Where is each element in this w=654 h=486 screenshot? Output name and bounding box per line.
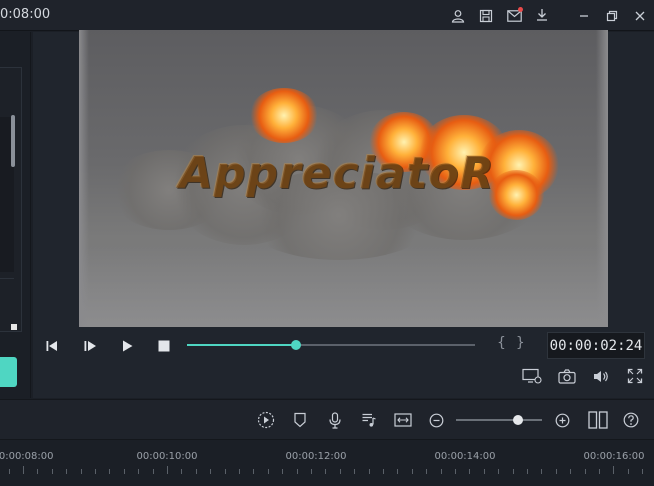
mark-in-out[interactable]: {} [497, 335, 535, 351]
audio-mixer-icon[interactable] [358, 410, 380, 430]
render-icon[interactable] [255, 410, 277, 430]
ruler-tick [585, 469, 586, 474]
ruler-tick [484, 469, 485, 474]
video-preview[interactable]: AppreciatoR [79, 30, 608, 327]
ruler-tick [225, 469, 226, 474]
ruler-label: 00:00:16:00 [583, 451, 645, 462]
panel-resize-handle[interactable] [11, 324, 17, 330]
ruler-tick [340, 469, 341, 474]
mail-icon[interactable] [500, 0, 528, 31]
fire-burst [249, 88, 319, 143]
ruler-tick [66, 469, 67, 474]
close-icon[interactable] [626, 0, 654, 31]
ruler-tick [181, 469, 182, 474]
ruler-tick [52, 469, 53, 474]
title-bar-icons [444, 0, 654, 31]
fit-icon[interactable] [392, 410, 414, 430]
help-icon[interactable] [620, 410, 642, 430]
ruler-tick [253, 469, 254, 474]
split-view-icon[interactable] [587, 409, 609, 431]
account-icon[interactable] [444, 0, 472, 31]
ruler-tick [167, 466, 168, 474]
import-button[interactable] [0, 357, 17, 387]
ruler-tick [628, 469, 629, 474]
zoom-out-icon[interactable] [425, 410, 447, 430]
marker-icon[interactable] [289, 410, 311, 430]
play-icon[interactable] [117, 336, 137, 356]
current-timecode[interactable]: 00:00:02:24 [547, 332, 645, 359]
mark-in-button[interactable]: { [497, 335, 516, 351]
download-icon[interactable] [528, 0, 556, 31]
display-settings-icon[interactable] [521, 366, 543, 386]
ruler-tick [37, 469, 38, 474]
ruler-tick [282, 469, 283, 474]
ruler-tick [469, 469, 470, 474]
fullscreen-icon[interactable] [624, 366, 646, 386]
snapshot-icon[interactable] [556, 366, 578, 386]
ruler-tick [268, 469, 269, 474]
ruler-tick [570, 469, 571, 474]
play-frame-icon[interactable] [80, 336, 100, 356]
ruler-tick [210, 469, 211, 474]
ruler-tick [541, 469, 542, 474]
volume-icon[interactable] [590, 366, 612, 386]
notification-dot [518, 7, 523, 12]
ruler-tick [527, 469, 528, 474]
ruler-tick [124, 469, 125, 474]
ruler-tick [455, 469, 456, 474]
ruler-tick [412, 469, 413, 474]
watermark-text: AppreciatoR [179, 148, 495, 199]
ruler-tick [397, 469, 398, 474]
progress-fill [187, 344, 297, 346]
mark-out-button[interactable]: } [516, 335, 535, 351]
previous-frame-icon[interactable] [42, 336, 62, 356]
ruler-tick [109, 469, 110, 474]
ruler-tick [369, 469, 370, 474]
playback-progress-bar[interactable] [187, 340, 475, 350]
ruler-tick [95, 469, 96, 474]
timeline-ruler[interactable]: 00:00:08:00 00:00:10:00 00:00:12:00 00:0… [0, 441, 654, 486]
ruler-tick [196, 469, 197, 474]
ruler-tick [23, 466, 24, 474]
ruler-label: 00:00:12:00 [285, 451, 347, 462]
ruler-tick [239, 469, 240, 474]
restore-icon[interactable] [598, 0, 626, 31]
title-bar: 0:08:00 [0, 0, 654, 31]
ruler-tick [138, 469, 139, 474]
ruler-tick [297, 469, 298, 474]
ruler-label: 00:00:14:00 [434, 451, 496, 462]
panel-divider [0, 278, 14, 279]
ruler-label: 00:00:10:00 [136, 451, 198, 462]
ruler-tick [513, 469, 514, 474]
ruler-tick [556, 469, 557, 474]
minimize-icon[interactable] [570, 0, 598, 31]
media-scrollbar[interactable] [11, 115, 15, 167]
ruler-label: 00:00:08:00 [0, 451, 54, 462]
ruler-tick [599, 469, 600, 474]
window-title: 0:08:00 [0, 7, 51, 22]
ruler-tick [354, 469, 355, 474]
ruler-tick [498, 469, 499, 474]
ruler-tick [9, 469, 10, 474]
stop-icon[interactable] [154, 336, 174, 356]
ruler-tick [383, 469, 384, 474]
ruler-tick [81, 469, 82, 474]
ruler-tick [311, 469, 312, 474]
ruler-tick [325, 469, 326, 474]
timeline-zoom-slider[interactable] [456, 415, 542, 425]
zoom-in-icon[interactable] [551, 410, 573, 430]
ruler-tick [426, 469, 427, 474]
ruler-tick [153, 469, 154, 474]
media-library-panel [0, 32, 31, 398]
zoom-slider-knob[interactable] [512, 415, 523, 425]
save-icon[interactable] [472, 0, 500, 31]
ruler-tick [642, 469, 643, 474]
ruler-tick [613, 466, 614, 474]
fire-burst [489, 170, 544, 220]
ruler-tick [441, 469, 442, 474]
voiceover-icon[interactable] [324, 410, 346, 430]
